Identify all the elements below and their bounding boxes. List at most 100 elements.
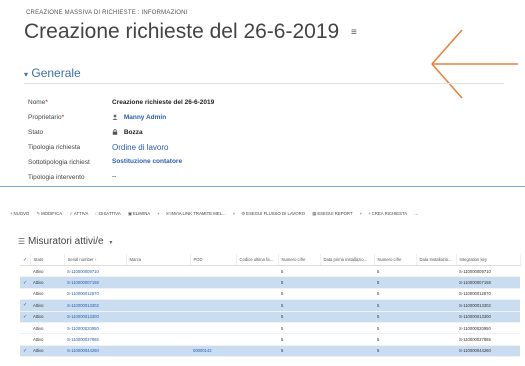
chevron-down-icon[interactable]: ▾ bbox=[360, 211, 362, 217]
table-row[interactable]: Attivo S-110000012670 5 5 S-110000012670 bbox=[20, 288, 520, 301]
cell-marca bbox=[126, 276, 190, 289]
select-all-checkbox[interactable]: ✓ bbox=[20, 254, 31, 266]
cell-data-installazione bbox=[416, 345, 456, 358]
cell-data-prima bbox=[320, 288, 374, 301]
cell-data-installazione bbox=[416, 276, 456, 289]
run-report-button[interactable]: ▦ESEGUI REPORT bbox=[312, 211, 352, 217]
column-header[interactable]: Marca bbox=[126, 254, 191, 266]
table-row[interactable]: ✓ Attivo S-110000007158 5 5 S-110000007158 bbox=[20, 276, 520, 289]
row-checkbox[interactable] bbox=[20, 322, 30, 335]
table-row[interactable]: Attivo S-110000037865 5 5 S-110000037865 bbox=[20, 333, 520, 346]
cell-data-prima bbox=[320, 322, 374, 335]
column-header[interactable]: Numero cifre bbox=[374, 254, 417, 266]
cell-data-installazione bbox=[416, 333, 456, 346]
check-icon: ✓ bbox=[69, 211, 73, 216]
cell-pod bbox=[190, 288, 236, 301]
workflow-icon: ⚙ bbox=[241, 211, 246, 216]
row-checkbox[interactable]: ✓ bbox=[20, 345, 30, 358]
cell-serial-link[interactable]: S-110000012670 bbox=[64, 288, 126, 301]
cell-integration-key: S-110000013300 bbox=[456, 311, 520, 323]
column-header[interactable]: Codice ultima fa... bbox=[236, 254, 279, 266]
section-title-text: Generale bbox=[31, 66, 81, 80]
button-label: DISATTIVA bbox=[99, 211, 121, 216]
column-header[interactable]: Integration key bbox=[456, 254, 521, 266]
cell-data-installazione bbox=[416, 311, 456, 323]
column-header[interactable]: Data Installazio... bbox=[416, 254, 457, 266]
cell-numero-cifre: 5 bbox=[374, 276, 416, 289]
chevron-down-icon: ▾ bbox=[24, 70, 29, 79]
column-header[interactable]: Serial number ↑ bbox=[64, 254, 127, 266]
subgrid-title[interactable]: ☰ Misuratori attivi/e ▾ bbox=[18, 236, 112, 247]
new-button[interactable]: +NUOVO bbox=[10, 211, 29, 216]
cell-serial-link[interactable]: S-110000009710 bbox=[64, 265, 126, 278]
more-commands-button[interactable]: ... bbox=[414, 211, 418, 216]
lock-icon bbox=[112, 129, 118, 135]
required-marker: * bbox=[61, 114, 65, 121]
cell-pod bbox=[190, 299, 236, 312]
table-row[interactable]: Attivo S-110000020950 5 5 S-110000020950 bbox=[20, 322, 520, 335]
create-request-button[interactable]: +CREA RICHIESTA bbox=[368, 211, 407, 216]
table-row[interactable]: Attivo S-110000009710 5 5 S-110000009710 bbox=[20, 265, 520, 278]
cell-numero-cifre: 5 bbox=[278, 322, 320, 335]
breadcrumb: CREAZIONE MASSIVA DI RICHIESTE : INFORMA… bbox=[26, 10, 188, 16]
cell-serial-link[interactable]: S-110000013300 bbox=[64, 311, 126, 323]
email-link-button[interactable]: ✉INVIA LINK TRAMITE MEL... bbox=[166, 211, 226, 217]
cell-integration-key: S-110000013302 bbox=[456, 299, 520, 312]
field-value-proprietario[interactable]: Manny Admin bbox=[112, 114, 166, 121]
cell-data-prima bbox=[320, 311, 374, 323]
cell-codice bbox=[236, 288, 278, 301]
row-checkbox[interactable]: ✓ bbox=[20, 299, 30, 312]
cell-pod bbox=[190, 333, 236, 346]
cell-serial-link[interactable]: S-110000037865 bbox=[64, 333, 126, 346]
column-header[interactable]: Stato bbox=[30, 254, 65, 266]
document-icon: □ bbox=[95, 211, 99, 216]
owner-name[interactable]: Manny Admin bbox=[124, 114, 166, 121]
cell-numero-cifre: 5 bbox=[374, 333, 416, 346]
list-menu-icon[interactable]: ≡ bbox=[351, 27, 357, 38]
cell-serial-link[interactable]: S-110000013302 bbox=[64, 299, 126, 312]
table-row[interactable]: ✓ Attivo S-110000013300 5 5 S-110000013300 bbox=[20, 311, 520, 323]
cell-stato: Attivo bbox=[30, 265, 64, 278]
column-header[interactable]: Data prima installazio... bbox=[320, 254, 375, 266]
cell-numero-cifre: 5 bbox=[278, 288, 320, 301]
button-label: ATTIVA bbox=[73, 211, 89, 216]
column-header[interactable]: POD bbox=[190, 254, 237, 266]
cell-data-installazione bbox=[416, 265, 456, 278]
row-checkbox[interactable] bbox=[20, 333, 30, 346]
cell-serial-link[interactable]: S-110000007158 bbox=[64, 276, 126, 289]
column-header[interactable]: Numero cifre bbox=[278, 254, 321, 266]
table-row[interactable]: ✓ Attivo S-110000044260 00000142 5 5 S-1100000… bbox=[20, 345, 520, 358]
run-workflow-button[interactable]: ⚙ESEGUI FLUSSO DI LAVORO bbox=[241, 211, 305, 217]
field-value-tipologia[interactable]: Ordine di lavoro bbox=[112, 143, 168, 152]
delete-button[interactable]: ▣ELIMINA bbox=[128, 211, 150, 217]
cell-numero-cifre: 5 bbox=[374, 345, 416, 358]
table-row[interactable]: ✓ Attivo S-110000013302 5 5 S-110000013302 bbox=[20, 299, 520, 312]
chevron-down-icon[interactable]: ▾ bbox=[157, 211, 159, 217]
row-checkbox[interactable]: ✓ bbox=[20, 311, 30, 323]
row-checkbox[interactable] bbox=[20, 288, 30, 301]
cell-serial-link[interactable]: S-110000044260 bbox=[64, 345, 126, 358]
chevron-down-icon[interactable]: ▾ bbox=[233, 211, 235, 217]
field-value-stato: Bozza bbox=[112, 129, 143, 136]
edit-button[interactable]: ✎MODIFICA bbox=[36, 211, 62, 217]
cell-codice bbox=[236, 311, 278, 323]
row-checkbox[interactable] bbox=[20, 265, 30, 278]
section-generale[interactable]: ▾ Generale bbox=[24, 66, 81, 80]
field-value-nome[interactable]: Creazione richieste del 26-6-2019 bbox=[112, 99, 214, 106]
field-value-sottotipologia[interactable]: Sostituzione contatore bbox=[112, 158, 182, 165]
grid-body: Attivo S-110000009710 5 5 S-110000009710 ✓ Att… bbox=[20, 265, 520, 358]
cell-codice bbox=[236, 322, 278, 335]
arrow-annotation-icon bbox=[431, 29, 518, 99]
page-title: Creazione richieste del 26-6-2019 ≡ bbox=[24, 20, 357, 44]
cell-data-installazione bbox=[416, 299, 456, 312]
plus-icon: + bbox=[10, 211, 13, 216]
cell-stato: Attivo bbox=[30, 333, 64, 346]
deactivate-button[interactable]: □DISATTIVA bbox=[96, 211, 121, 216]
activate-button[interactable]: ✓ATTIVA bbox=[69, 211, 88, 217]
cell-data-prima bbox=[320, 276, 374, 289]
label-text: Nome bbox=[28, 99, 46, 106]
cell-serial-link[interactable]: S-110000020950 bbox=[64, 322, 126, 335]
field-value-intervento[interactable]: -- bbox=[112, 173, 116, 180]
cell-stato: Attivo bbox=[30, 288, 64, 301]
row-checkbox[interactable]: ✓ bbox=[20, 276, 30, 289]
